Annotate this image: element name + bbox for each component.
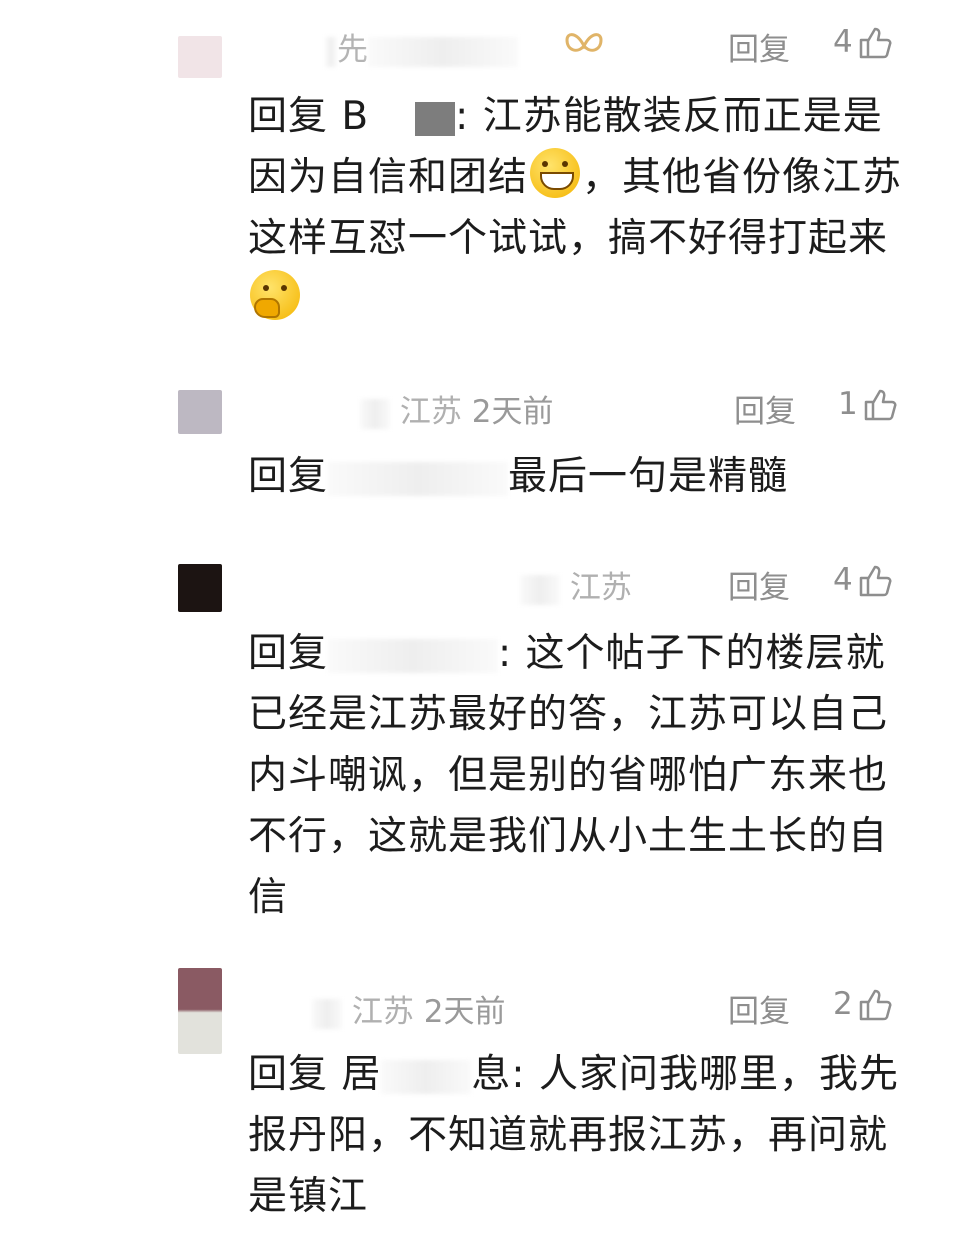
- thinking-face-icon: [250, 270, 300, 320]
- thumbs-up-icon: [864, 389, 897, 421]
- like-count: 4: [833, 562, 853, 598]
- username-text: 先: [337, 32, 368, 68]
- comment-text: 回复 最后一句是精髓: [248, 446, 918, 507]
- reply-prefix: 回复 B: [248, 94, 370, 139]
- masked-name: [328, 638, 499, 673]
- reply-button[interactable]: 回复: [728, 986, 790, 1031]
- comment-text: 回复: 这个帖子下的楼层就已经是江苏最好的答，江苏可以自己内斗嘲讽，但是别的省哪…: [248, 623, 918, 928]
- reply-button[interactable]: 回复: [734, 386, 796, 431]
- reply-prefix: 回复: [248, 631, 329, 676]
- like-button[interactable]: 2: [833, 986, 893, 1022]
- comment-text: 回复 居息: 人家问我哪里，我先报丹阳，不知道就再报江苏，再问就是镇江: [248, 1044, 918, 1227]
- avatar[interactable]: [178, 564, 222, 612]
- avatar[interactable]: [178, 390, 222, 434]
- reply-prefix: 回复: [248, 454, 329, 499]
- masked-name: [415, 101, 456, 136]
- reply-prefix: 回复 居: [248, 1052, 382, 1097]
- username[interactable]: 江苏 2天前: [360, 386, 553, 431]
- thumbs-up-icon: [859, 27, 892, 59]
- like-count: 2: [833, 986, 853, 1022]
- username[interactable]: 先: [325, 24, 518, 69]
- vip-badge-icon: [565, 33, 603, 52]
- text-body: : 这个帖子下的楼层就已经是江苏最好的答，江苏可以自己内斗嘲讽，但是别的省哪怕广…: [248, 631, 889, 920]
- post-time: 2天前: [423, 994, 506, 1030]
- location: 江苏: [569, 570, 632, 606]
- masked-name: [381, 1059, 472, 1094]
- reply-button[interactable]: 回复: [728, 24, 790, 69]
- like-button[interactable]: 1: [838, 386, 898, 422]
- like-button[interactable]: 4: [833, 562, 893, 598]
- text-body: 最后一句是精髓: [508, 454, 789, 499]
- reply-button[interactable]: 回复: [728, 562, 790, 607]
- like-count: 4: [833, 24, 853, 60]
- grinning-face-icon: [530, 148, 581, 198]
- avatar[interactable]: [178, 968, 222, 1054]
- thumbs-up-icon: [859, 989, 892, 1021]
- like-button[interactable]: 4: [833, 24, 893, 60]
- comment-text: 回复 B: 江苏能散装反而正是是因为自信和团结 ，其他省份像江苏这样互怼一个试试，…: [248, 86, 918, 330]
- masked-name: [328, 461, 509, 496]
- username[interactable]: 江苏 2天前: [312, 986, 505, 1031]
- like-count: 1: [838, 386, 858, 422]
- location: 江苏: [351, 994, 414, 1030]
- username[interactable]: 江苏: [520, 562, 632, 607]
- post-time: 2天前: [471, 394, 554, 430]
- thumbs-up-icon: [859, 565, 892, 597]
- location: 江苏: [399, 394, 462, 430]
- avatar[interactable]: [178, 36, 222, 78]
